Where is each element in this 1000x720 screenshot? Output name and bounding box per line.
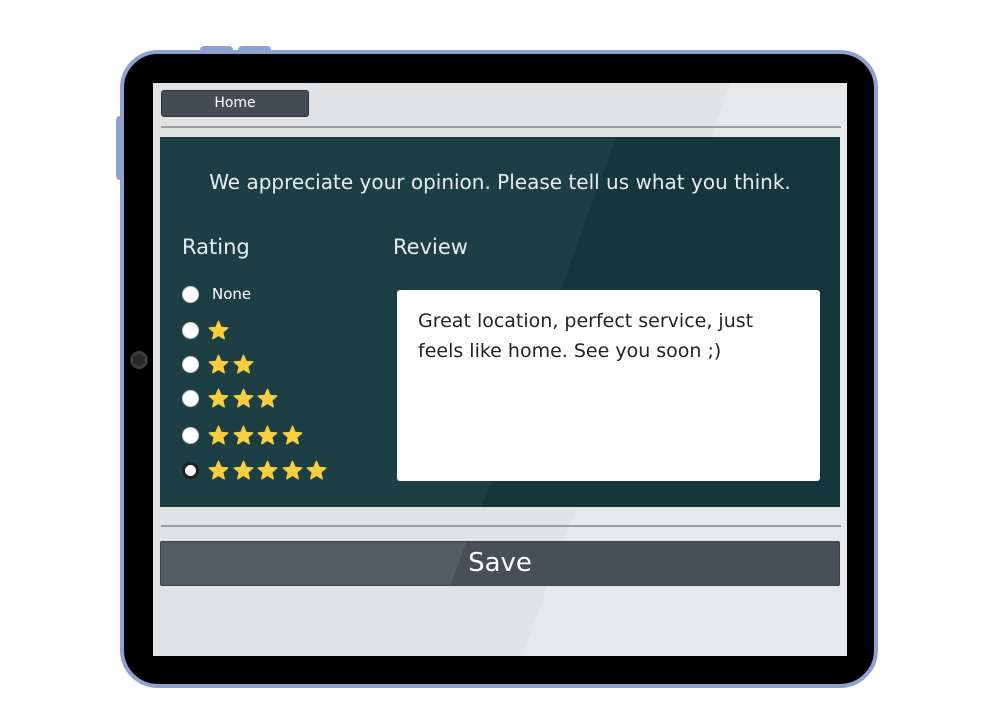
star-group xyxy=(208,425,306,445)
review-textarea[interactable]: Great location, perfect service, just fe… xyxy=(397,290,820,481)
rating-radio[interactable] xyxy=(182,426,199,444)
rating-option[interactable] xyxy=(182,319,233,341)
rating-radio[interactable] xyxy=(182,355,199,373)
rating-radio[interactable] xyxy=(182,461,199,479)
rating-option[interactable] xyxy=(182,387,282,409)
feedback-panel: We appreciate your opinion. Please tell … xyxy=(160,137,840,507)
save-button[interactable]: Save xyxy=(160,541,840,586)
camera-icon xyxy=(130,351,148,369)
rating-option[interactable] xyxy=(182,424,306,446)
star-icon xyxy=(257,388,278,408)
star-icon xyxy=(257,425,278,445)
star-group xyxy=(208,354,257,374)
star-icon xyxy=(233,460,253,480)
rating-option[interactable]: None xyxy=(182,283,251,305)
star-icon xyxy=(208,460,229,480)
star-group xyxy=(208,388,282,408)
feedback-message: We appreciate your opinion. Please tell … xyxy=(209,170,791,194)
home-button[interactable]: Home xyxy=(161,90,309,117)
star-icon xyxy=(208,320,229,340)
rating-radio[interactable] xyxy=(182,285,199,303)
star-icon xyxy=(282,425,302,445)
star-icon xyxy=(257,460,278,480)
star-icon xyxy=(208,354,229,374)
app-screen: Home We appreciate your opinion. Please … xyxy=(153,83,847,656)
star-group xyxy=(208,460,331,480)
star-icon xyxy=(233,354,253,374)
star-icon xyxy=(208,425,229,445)
star-icon xyxy=(282,460,302,480)
rating-radio[interactable] xyxy=(182,389,199,407)
star-icon xyxy=(233,388,253,408)
star-icon xyxy=(208,388,229,408)
star-icon xyxy=(306,460,327,480)
rating-option[interactable] xyxy=(182,353,257,375)
rating-option-label: None xyxy=(212,285,252,303)
rating-radio[interactable] xyxy=(182,321,199,339)
review-title: Review xyxy=(393,235,468,259)
star-icon xyxy=(233,425,253,445)
star-group xyxy=(208,320,233,340)
top-divider xyxy=(161,126,841,128)
rating-title: Rating xyxy=(182,235,250,259)
rating-option[interactable] xyxy=(182,459,331,481)
bottom-divider xyxy=(161,525,841,527)
